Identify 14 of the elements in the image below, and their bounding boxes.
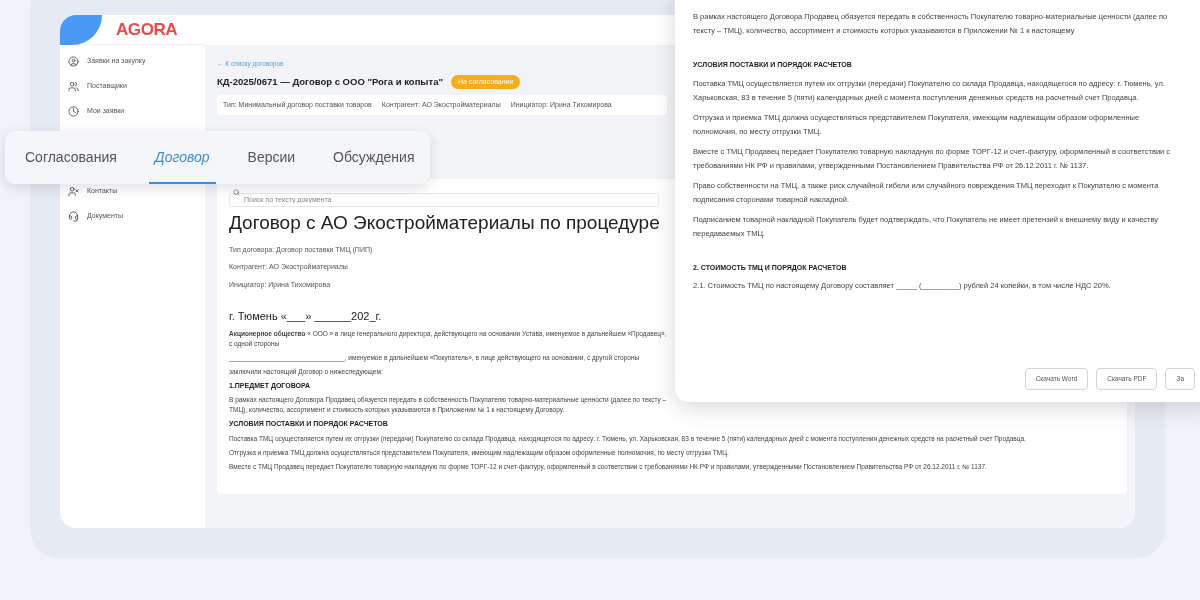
logo-badge	[60, 15, 102, 45]
menu-icon	[68, 186, 79, 197]
tab[interactable]: Версии	[241, 147, 302, 184]
tab[interactable]: Согласования	[19, 147, 123, 184]
logo[interactable]: AGORA	[116, 16, 178, 43]
search-icon	[233, 188, 240, 196]
menu-icon	[68, 211, 79, 222]
city-date-line: г. Тюмень «___» ______202_г.	[229, 309, 382, 325]
menu-icon	[68, 81, 79, 92]
menu-icon	[68, 56, 79, 67]
menu-icon	[68, 106, 79, 117]
document-heading: Договор с АО Экостройматериалы по процедуре	[229, 211, 660, 236]
tab[interactable]: Обсуждения	[327, 147, 421, 184]
page-title: КД-2025/0671 — Договор с ООО "Рога и копыта"	[217, 74, 443, 89]
